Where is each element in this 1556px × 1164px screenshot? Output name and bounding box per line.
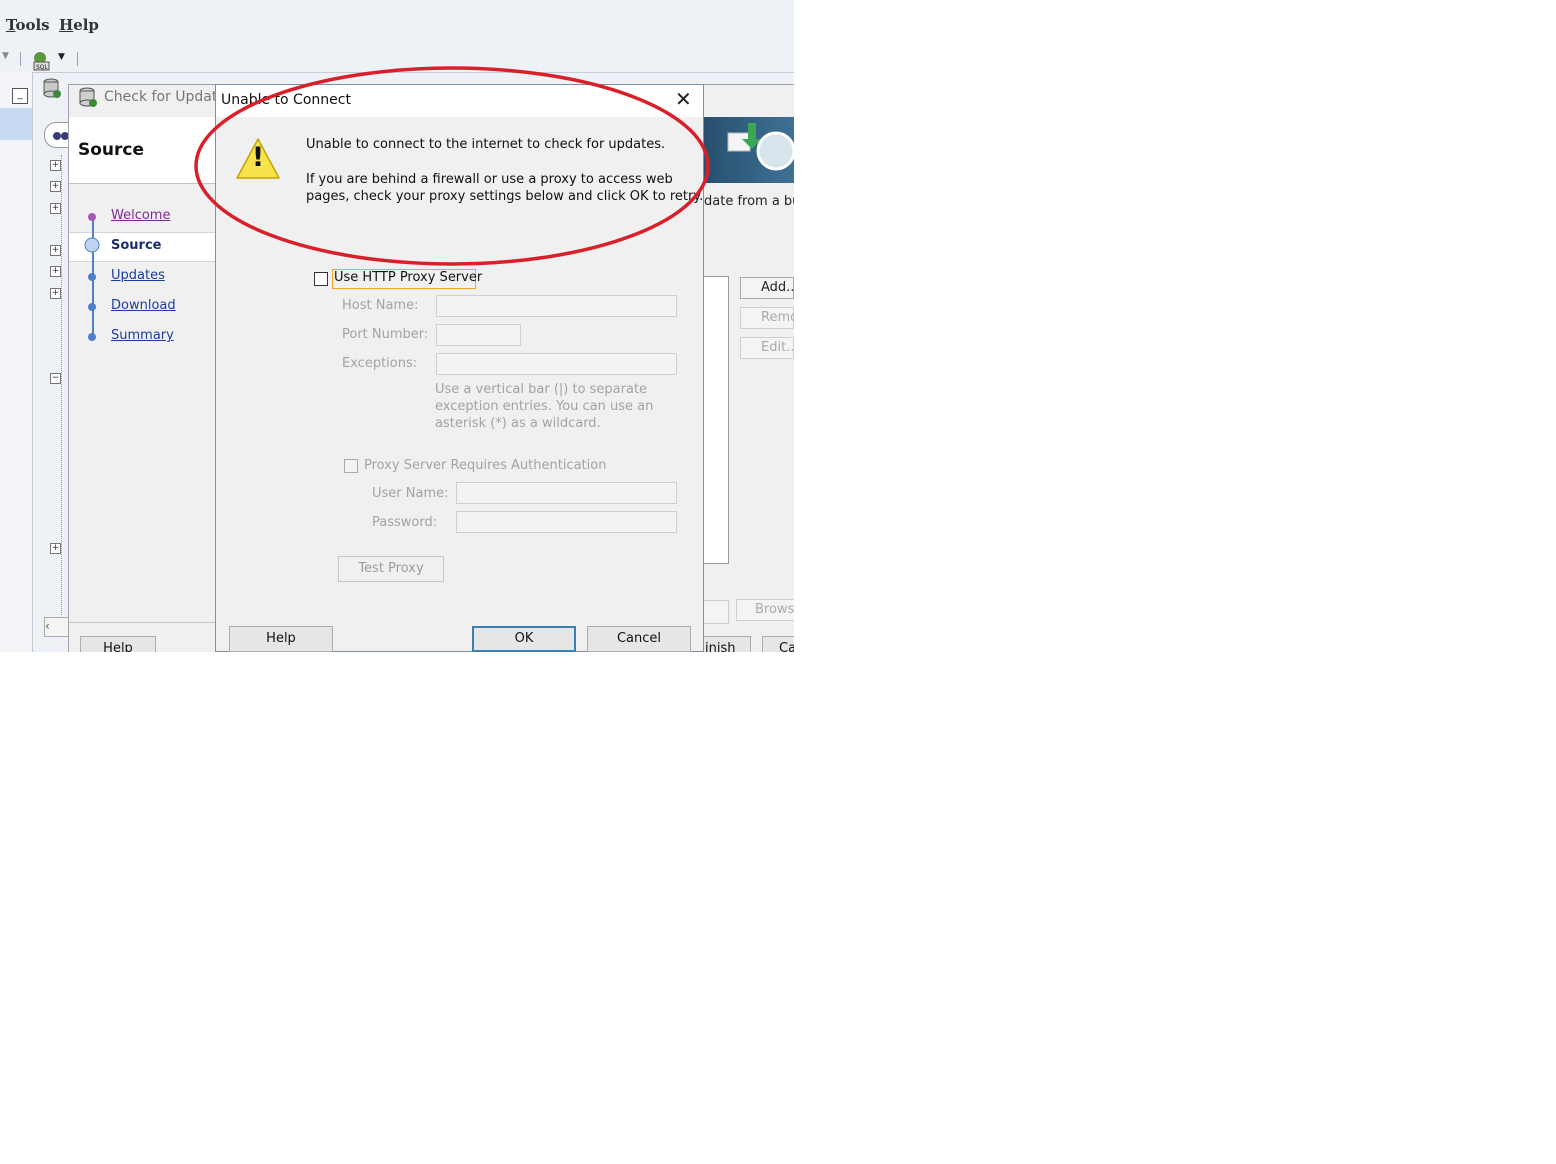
ide-left-pane — [0, 72, 33, 652]
database-update-icon — [79, 87, 97, 107]
wizard-divider — [69, 622, 217, 623]
wizard-source-description: date from a bun — [704, 194, 794, 209]
svg-text:SQL: SQL — [36, 64, 49, 71]
minimize-icon[interactable]: _ — [12, 88, 28, 104]
exceptions-input[interactable] — [436, 353, 677, 375]
scroll-left-icon[interactable]: ‹ — [44, 617, 70, 637]
dialog-message-secondary: If you are behind a firewall or use a pr… — [306, 172, 704, 204]
warning-glyph: ! — [251, 142, 265, 173]
nav-step-welcome[interactable]: Welcome — [111, 208, 170, 223]
nav-step-updates[interactable]: Updates — [111, 268, 165, 283]
dialog-cancel-button[interactable]: Cancel — [587, 626, 691, 652]
port-number-input[interactable] — [436, 324, 521, 346]
tree-expand-icon[interactable]: + — [50, 181, 61, 192]
user-name-input[interactable] — [456, 482, 677, 504]
tree-expand-icon[interactable]: + — [50, 266, 61, 277]
dialog-message-primary: Unable to connect to the internet to che… — [306, 137, 666, 152]
tree-guide-line — [61, 155, 63, 615]
remove-update-center-button[interactable]: Remo — [740, 307, 794, 329]
nav-step-download[interactable]: Download — [111, 298, 176, 313]
proxy-auth-label[interactable]: Proxy Server Requires Authentication — [364, 458, 606, 473]
user-name-label: User Name: — [372, 486, 449, 501]
tree-expand-icon[interactable]: + — [50, 288, 61, 299]
use-proxy-checkbox[interactable] — [314, 272, 328, 286]
toolbar: ▼ SQL ▼ — [0, 46, 794, 73]
dialog-title: Unable to Connect — [221, 92, 351, 108]
tree-expand-icon[interactable]: + — [50, 245, 61, 256]
tree-expand-icon[interactable]: + — [50, 203, 61, 214]
wizard-step-title: Source — [78, 140, 145, 160]
menu-help[interactable]: Help — [59, 16, 99, 34]
dialog-help-button[interactable]: Help — [229, 626, 333, 652]
database-icon — [43, 78, 61, 98]
close-icon[interactable]: ✕ — [675, 88, 692, 110]
update-centers-list[interactable] — [704, 276, 729, 564]
nav-step-summary[interactable]: Summary — [111, 328, 174, 343]
menu-tools[interactable]: Tools — [6, 16, 50, 34]
nav-step-dot — [88, 273, 96, 281]
bundle-path-field[interactable] — [704, 600, 729, 624]
port-number-label: Port Number: — [342, 327, 429, 342]
ok-button[interactable]: OK — [472, 626, 576, 652]
exceptions-hint: Use a vertical bar (|) to separate excep… — [435, 382, 654, 431]
screenshot-area: Tools Help ▼ SQL ▼ _ + + + + + + − + ‹ C… — [0, 0, 794, 652]
wizard-banner-graphic — [704, 117, 794, 183]
exceptions-label: Exceptions: — [342, 356, 418, 371]
use-proxy-label[interactable]: Use HTTP Proxy Server — [334, 270, 482, 285]
nav-step-source[interactable]: Source — [111, 238, 161, 253]
current-step-icon — [84, 237, 100, 253]
host-name-input[interactable] — [436, 295, 677, 317]
ide-selection-strip — [0, 108, 32, 140]
sql-worksheet-icon[interactable]: SQL — [30, 50, 52, 72]
wizard-help-button[interactable]: Help — [80, 636, 156, 652]
finish-button[interactable]: inish — [700, 636, 751, 652]
toolbar-separator — [20, 52, 21, 66]
tree-expand-icon[interactable]: + — [50, 160, 61, 171]
tree-expand-icon[interactable]: + — [50, 543, 61, 554]
browse-button[interactable]: Browse — [736, 599, 794, 621]
toolbar-separator — [77, 52, 78, 66]
edit-update-center-button[interactable]: Edit... — [740, 337, 794, 359]
dropdown-arrow-icon[interactable]: ▼ — [58, 52, 65, 62]
password-input[interactable] — [456, 511, 677, 533]
dropdown-arrow-icon[interactable]: ▼ — [2, 51, 9, 61]
add-update-center-button[interactable]: Add... — [740, 277, 794, 299]
wizard-cancel-button[interactable]: Ca — [762, 636, 794, 652]
tree-collapse-icon[interactable]: − — [50, 373, 61, 384]
nav-step-dot — [88, 333, 96, 341]
proxy-auth-checkbox[interactable] — [344, 459, 358, 473]
nav-step-dot — [88, 303, 96, 311]
host-name-label: Host Name: — [342, 298, 419, 313]
test-proxy-button[interactable]: Test Proxy — [338, 556, 444, 582]
menu-bar: Tools Help — [0, 8, 794, 42]
password-label: Password: — [372, 515, 438, 530]
update-graphic-icon — [727, 123, 794, 171]
nav-step-dot — [88, 213, 96, 221]
wizard-window-title: Check for Updates — [104, 89, 234, 105]
